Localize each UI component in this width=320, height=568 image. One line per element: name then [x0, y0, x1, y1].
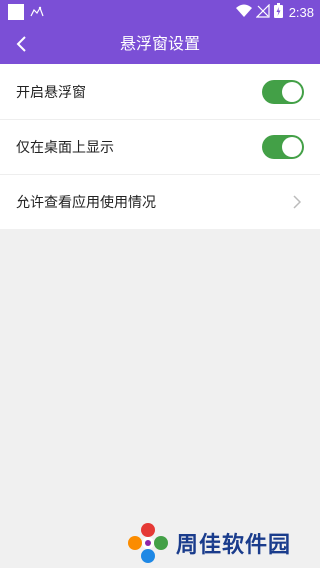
watermark: 周佳软件园 [126, 521, 291, 565]
floating-window-toggle[interactable] [262, 79, 304, 104]
status-time: 2:38 [288, 4, 314, 20]
notification-square-icon [8, 4, 24, 20]
watermark-text: 周佳软件园 [176, 533, 292, 558]
status-right: 2:38 [235, 0, 314, 24]
back-button[interactable] [8, 28, 36, 60]
page-title: 悬浮窗设置 [119, 34, 200, 53]
battery-icon [273, 2, 283, 22]
usb-debug-icon [30, 3, 44, 22]
setting-label-floating-window: 开启悬浮窗 [16, 84, 86, 101]
app-bar: 悬浮窗设置 [0, 24, 320, 64]
toggle-knob [282, 81, 302, 102]
wifi-icon [235, 3, 252, 22]
status-left [8, 3, 44, 21]
no-signal-icon [255, 3, 270, 22]
setting-label-desktop-only: 仅在桌面上显示 [16, 140, 114, 156]
watermark-logo-icon [128, 523, 168, 563]
setting-label-usage-access: 允许查看应用使用情况 [16, 195, 156, 211]
setting-row-usage-access[interactable]: 允许查看应用使用情况 [0, 174, 320, 229]
chevron-right-icon [290, 195, 304, 209]
toggle-knob [282, 137, 302, 157]
setting-row-floating-window[interactable]: 开启悬浮窗 [0, 64, 320, 119]
setting-row-desktop-only[interactable]: 仅在桌面上显示 [0, 119, 320, 174]
settings-list: 开启悬浮窗 仅在桌面上显示 允许查看应用使用情况 [0, 64, 320, 229]
status-bar: 2:38 [0, 0, 320, 24]
desktop-only-toggle[interactable] [262, 135, 304, 159]
back-arrow-icon [16, 36, 26, 52]
